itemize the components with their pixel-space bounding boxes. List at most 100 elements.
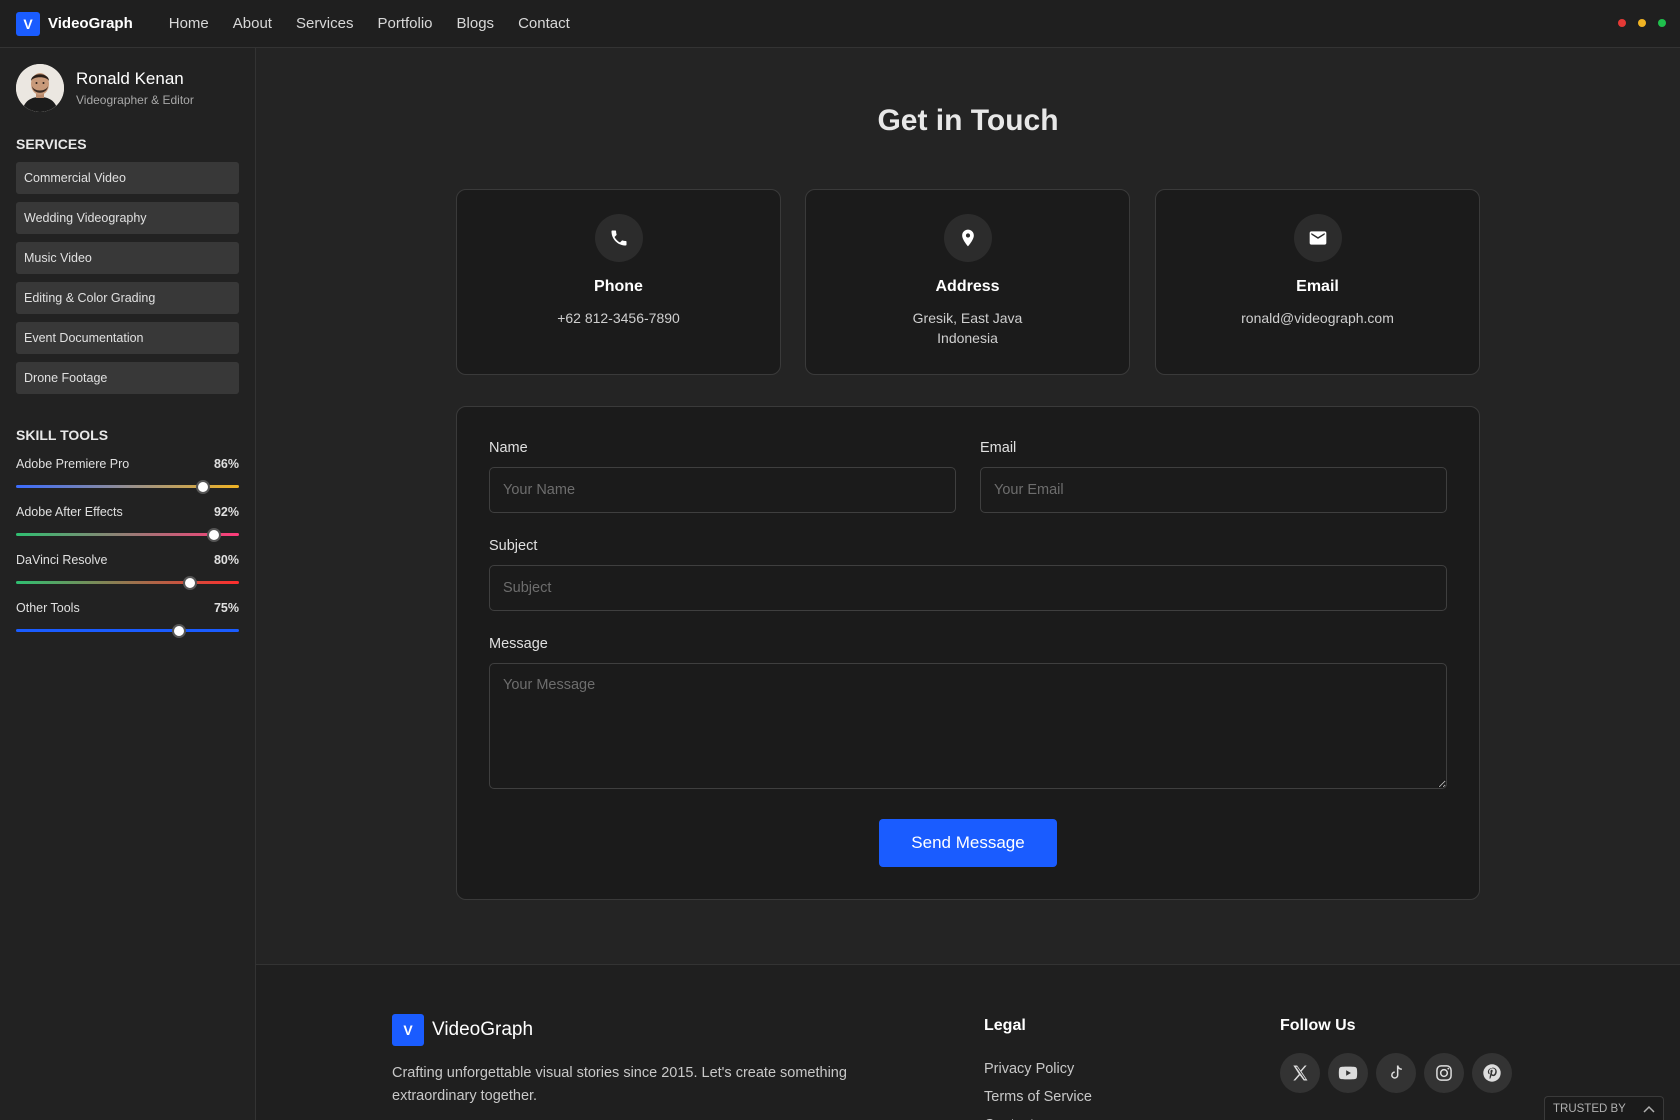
follow-heading: Follow Us bbox=[1280, 1017, 1356, 1034]
skill-slider[interactable] bbox=[16, 528, 239, 542]
message-textarea[interactable] bbox=[489, 663, 1447, 789]
nav-home[interactable]: Home bbox=[169, 15, 209, 32]
green-dot bbox=[1658, 19, 1666, 27]
service-item-event-documentation[interactable]: Event Documentation bbox=[16, 322, 239, 354]
privacy-policy-link[interactable]: Privacy Policy bbox=[984, 1055, 1092, 1083]
nav-services[interactable]: Services bbox=[296, 15, 354, 32]
skill-percent: 75% bbox=[213, 601, 239, 615]
trusted-by-label: TRUSTED BY bbox=[1553, 1102, 1626, 1115]
phone-icon bbox=[594, 214, 643, 262]
email-label: Email bbox=[980, 440, 1017, 456]
skill-item: Adobe After Effects 92% bbox=[16, 505, 239, 542]
contact-card-email: Email ronald@videograph.com bbox=[1155, 189, 1480, 375]
card-title-address: Address bbox=[935, 278, 1000, 295]
footer-brand: VideoGraph bbox=[432, 1019, 534, 1040]
trusted-by-tab[interactable]: TRUSTED BY bbox=[1544, 1096, 1664, 1120]
card-title-phone: Phone bbox=[594, 278, 643, 295]
nav-portfolio[interactable]: Portfolio bbox=[378, 15, 433, 32]
subject-input[interactable] bbox=[489, 565, 1447, 611]
skill-slider-thumb[interactable] bbox=[207, 528, 222, 542]
service-item-editing-color-grading[interactable]: Editing & Color Grading bbox=[16, 282, 239, 314]
page-title: Get in Touch bbox=[877, 104, 1059, 137]
skill-row: DaVinci Resolve 80% bbox=[16, 553, 239, 567]
skill-item: DaVinci Resolve 80% bbox=[16, 553, 239, 590]
brand-name[interactable]: VideoGraph bbox=[48, 15, 133, 32]
pinterest-icon[interactable] bbox=[1472, 1053, 1512, 1093]
profile-role: Videographer & Editor bbox=[76, 93, 194, 107]
card-value-email[interactable]: ronald@videograph.com bbox=[1156, 308, 1479, 328]
email-input[interactable] bbox=[980, 467, 1447, 513]
skill-item: Adobe Premiere Pro 86% bbox=[16, 457, 239, 494]
skill-percent: 80% bbox=[213, 553, 239, 567]
skill-row: Other Tools 75% bbox=[16, 601, 239, 615]
skill-slider-thumb[interactable] bbox=[196, 480, 211, 494]
social-links bbox=[1280, 1053, 1512, 1093]
profile-name: Ronald Kenan bbox=[76, 69, 184, 88]
skills-list: Adobe Premiere Pro 86% Adobe After Effects… bbox=[16, 457, 239, 638]
skill-percent: 86% bbox=[213, 457, 239, 471]
skill-slider-track bbox=[16, 581, 239, 584]
subject-label: Subject bbox=[489, 538, 538, 554]
skill-name: Adobe After Effects bbox=[16, 505, 123, 519]
service-item-drone-footage[interactable]: Drone Footage bbox=[16, 362, 239, 394]
skill-slider[interactable] bbox=[16, 624, 239, 638]
footer-description: Crafting unforgettable visual stories si… bbox=[392, 1065, 847, 1104]
skill-slider-thumb[interactable] bbox=[182, 576, 197, 590]
card-title-email: Email bbox=[1296, 278, 1339, 295]
legal-heading: Legal bbox=[984, 1017, 1026, 1034]
skill-slider[interactable] bbox=[16, 480, 239, 494]
nav-contact[interactable]: Contact bbox=[518, 15, 570, 32]
footer: V VideoGraph Crafting unforgettable visu… bbox=[256, 964, 1680, 1120]
card-value-phone: +62 812-3456-7890 bbox=[557, 310, 680, 326]
avatar bbox=[16, 64, 64, 112]
contact-form: Name Email Subject Message Send Message bbox=[456, 406, 1480, 900]
nav-blogs[interactable]: Blogs bbox=[457, 15, 495, 32]
legal-links: Privacy Policy Terms of Service Contact bbox=[984, 1055, 1092, 1120]
skill-slider[interactable] bbox=[16, 576, 239, 590]
footer-logo[interactable]: V VideoGraph bbox=[392, 1014, 533, 1046]
mail-icon bbox=[1293, 214, 1342, 262]
card-value-address: Gresik, East Java Indonesia bbox=[806, 308, 1129, 348]
logo-icon[interactable]: V bbox=[16, 11, 40, 36]
skill-row: Adobe Premiere Pro 86% bbox=[16, 457, 239, 471]
window-dots bbox=[1618, 19, 1666, 27]
services-heading: SERVICES bbox=[16, 136, 87, 152]
send-message-button[interactable]: Send Message bbox=[879, 819, 1057, 867]
name-input[interactable] bbox=[489, 467, 956, 513]
contact-card-phone: Phone +62 812-3456-7890 bbox=[456, 189, 781, 375]
x-icon[interactable] bbox=[1280, 1053, 1320, 1093]
skill-slider-thumb[interactable] bbox=[171, 624, 186, 638]
message-label: Message bbox=[489, 636, 548, 652]
footer-logo-icon: V bbox=[392, 1014, 424, 1046]
contact-card-address: Address Gresik, East Java Indonesia bbox=[805, 189, 1130, 375]
skill-slider-track bbox=[16, 533, 239, 536]
skill-item: Other Tools 75% bbox=[16, 601, 239, 638]
skill-name: Other Tools bbox=[16, 601, 80, 615]
skill-row: Adobe After Effects 92% bbox=[16, 505, 239, 519]
terms-of-service-link[interactable]: Terms of Service bbox=[984, 1083, 1092, 1111]
address-line-1: Gresik, East Java bbox=[912, 310, 1023, 326]
skill-name: DaVinci Resolve bbox=[16, 553, 108, 567]
service-item-commercial-video[interactable]: Commercial Video bbox=[16, 162, 239, 194]
top-navbar: V VideoGraph Home About Services Portfol… bbox=[0, 0, 1680, 48]
main-content: Get in Touch Phone +62 812-3456-7890 Add… bbox=[256, 48, 1680, 964]
profile: Ronald Kenan Videographer & Editor bbox=[16, 64, 239, 112]
skills-heading: SKILL TOOLS bbox=[16, 427, 109, 443]
location-pin-icon bbox=[943, 214, 992, 262]
youtube-icon[interactable] bbox=[1328, 1053, 1368, 1093]
chevron-up-icon bbox=[1643, 1105, 1655, 1113]
contact-link[interactable]: Contact bbox=[984, 1111, 1092, 1120]
main-nav: Home About Services Portfolio Blogs Cont… bbox=[169, 15, 570, 32]
instagram-icon[interactable] bbox=[1424, 1053, 1464, 1093]
service-item-music-video[interactable]: Music Video bbox=[16, 242, 239, 274]
red-dot bbox=[1618, 19, 1626, 27]
tiktok-icon[interactable] bbox=[1376, 1053, 1416, 1093]
skill-slider-track bbox=[16, 629, 239, 632]
sidebar: Ronald Kenan Videographer & Editor SERVI… bbox=[0, 48, 256, 1120]
skill-percent: 92% bbox=[213, 505, 239, 519]
skill-name: Adobe Premiere Pro bbox=[16, 457, 130, 471]
service-item-wedding-videography[interactable]: Wedding Videography bbox=[16, 202, 239, 234]
nav-about[interactable]: About bbox=[233, 15, 272, 32]
name-label: Name bbox=[489, 440, 528, 456]
address-line-2: Indonesia bbox=[937, 330, 998, 346]
